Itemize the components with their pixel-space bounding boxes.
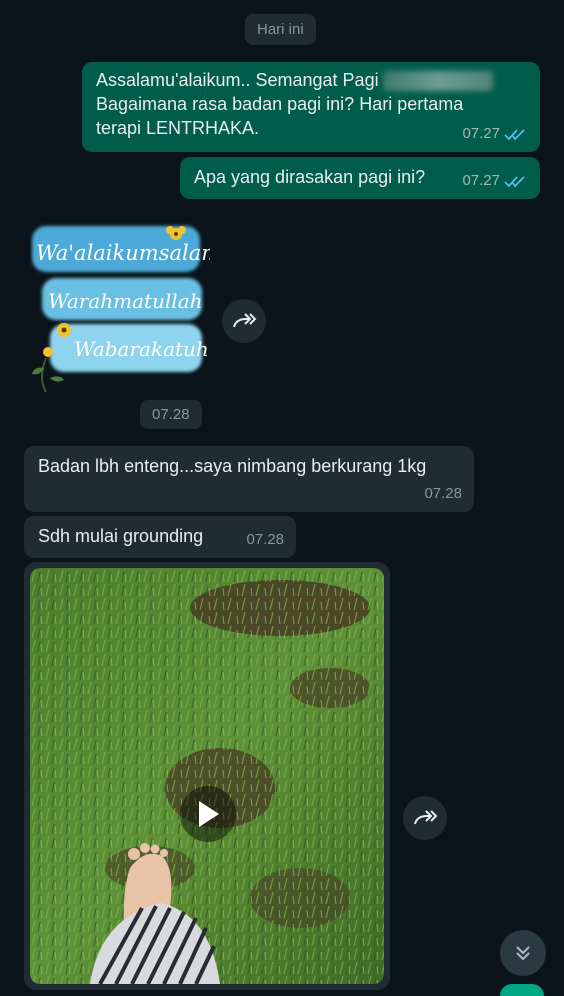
play-icon	[199, 801, 219, 827]
message-time: 07.27	[462, 172, 500, 189]
message-text: Bagaimana rasa badan pagi ini? Hari pert…	[96, 94, 464, 114]
message-text: Badan lbh enteng...saya nimbang berkuran…	[38, 456, 427, 476]
forward-button[interactable]	[403, 796, 447, 840]
video-message[interactable]	[24, 562, 390, 990]
message-time: 07.27	[462, 125, 500, 142]
double-check-icon	[504, 176, 525, 188]
date-chip: Hari ini	[245, 14, 316, 45]
sticker[interactable]: Wa'alaikumsalam Warahmatullah Wabarakatu…	[30, 218, 221, 398]
play-button[interactable]	[180, 786, 236, 842]
sticker-line-1: Wa'alaikumsalam	[36, 241, 210, 265]
fab-button[interactable]	[500, 984, 544, 996]
video-thumbnail	[30, 568, 384, 984]
scroll-down-button[interactable]	[500, 930, 546, 976]
double-check-icon	[504, 129, 525, 141]
double-chevron-down-icon	[516, 946, 530, 961]
message-time: 07.28	[246, 531, 284, 548]
sticker-line-2: Warahmatullah	[48, 289, 203, 313]
forward-icon	[233, 313, 257, 328]
message-text: Sdh mulai grounding	[38, 526, 204, 546]
message-text: Apa yang dirasakan pagi ini?	[194, 167, 426, 187]
sticker-line-3: Wabarakatuh	[74, 337, 209, 361]
message-text: Assalamu'alaikum.. Semangat Pagi	[96, 68, 526, 92]
message-meta: 07.27	[462, 169, 526, 193]
forward-icon	[414, 810, 438, 825]
redacted-name	[382, 71, 493, 92]
outgoing-message[interactable]: Apa yang dirasakan pagi ini? 07.27	[180, 157, 540, 199]
sticker-time: 07.28	[140, 400, 202, 429]
incoming-message[interactable]: Sdh mulai grounding 07.28	[24, 516, 296, 558]
outgoing-message[interactable]: Assalamu'alaikum.. Semangat Pagi Bagaima…	[82, 62, 540, 152]
message-time: 07.28	[424, 485, 462, 502]
incoming-message[interactable]: Badan lbh enteng...saya nimbang berkuran…	[24, 446, 474, 512]
sticker-image: Wa'alaikumsalam Warahmatullah Wabarakatu…	[32, 226, 221, 393]
message-meta: 07.27	[462, 122, 526, 146]
forward-button[interactable]	[222, 299, 266, 343]
